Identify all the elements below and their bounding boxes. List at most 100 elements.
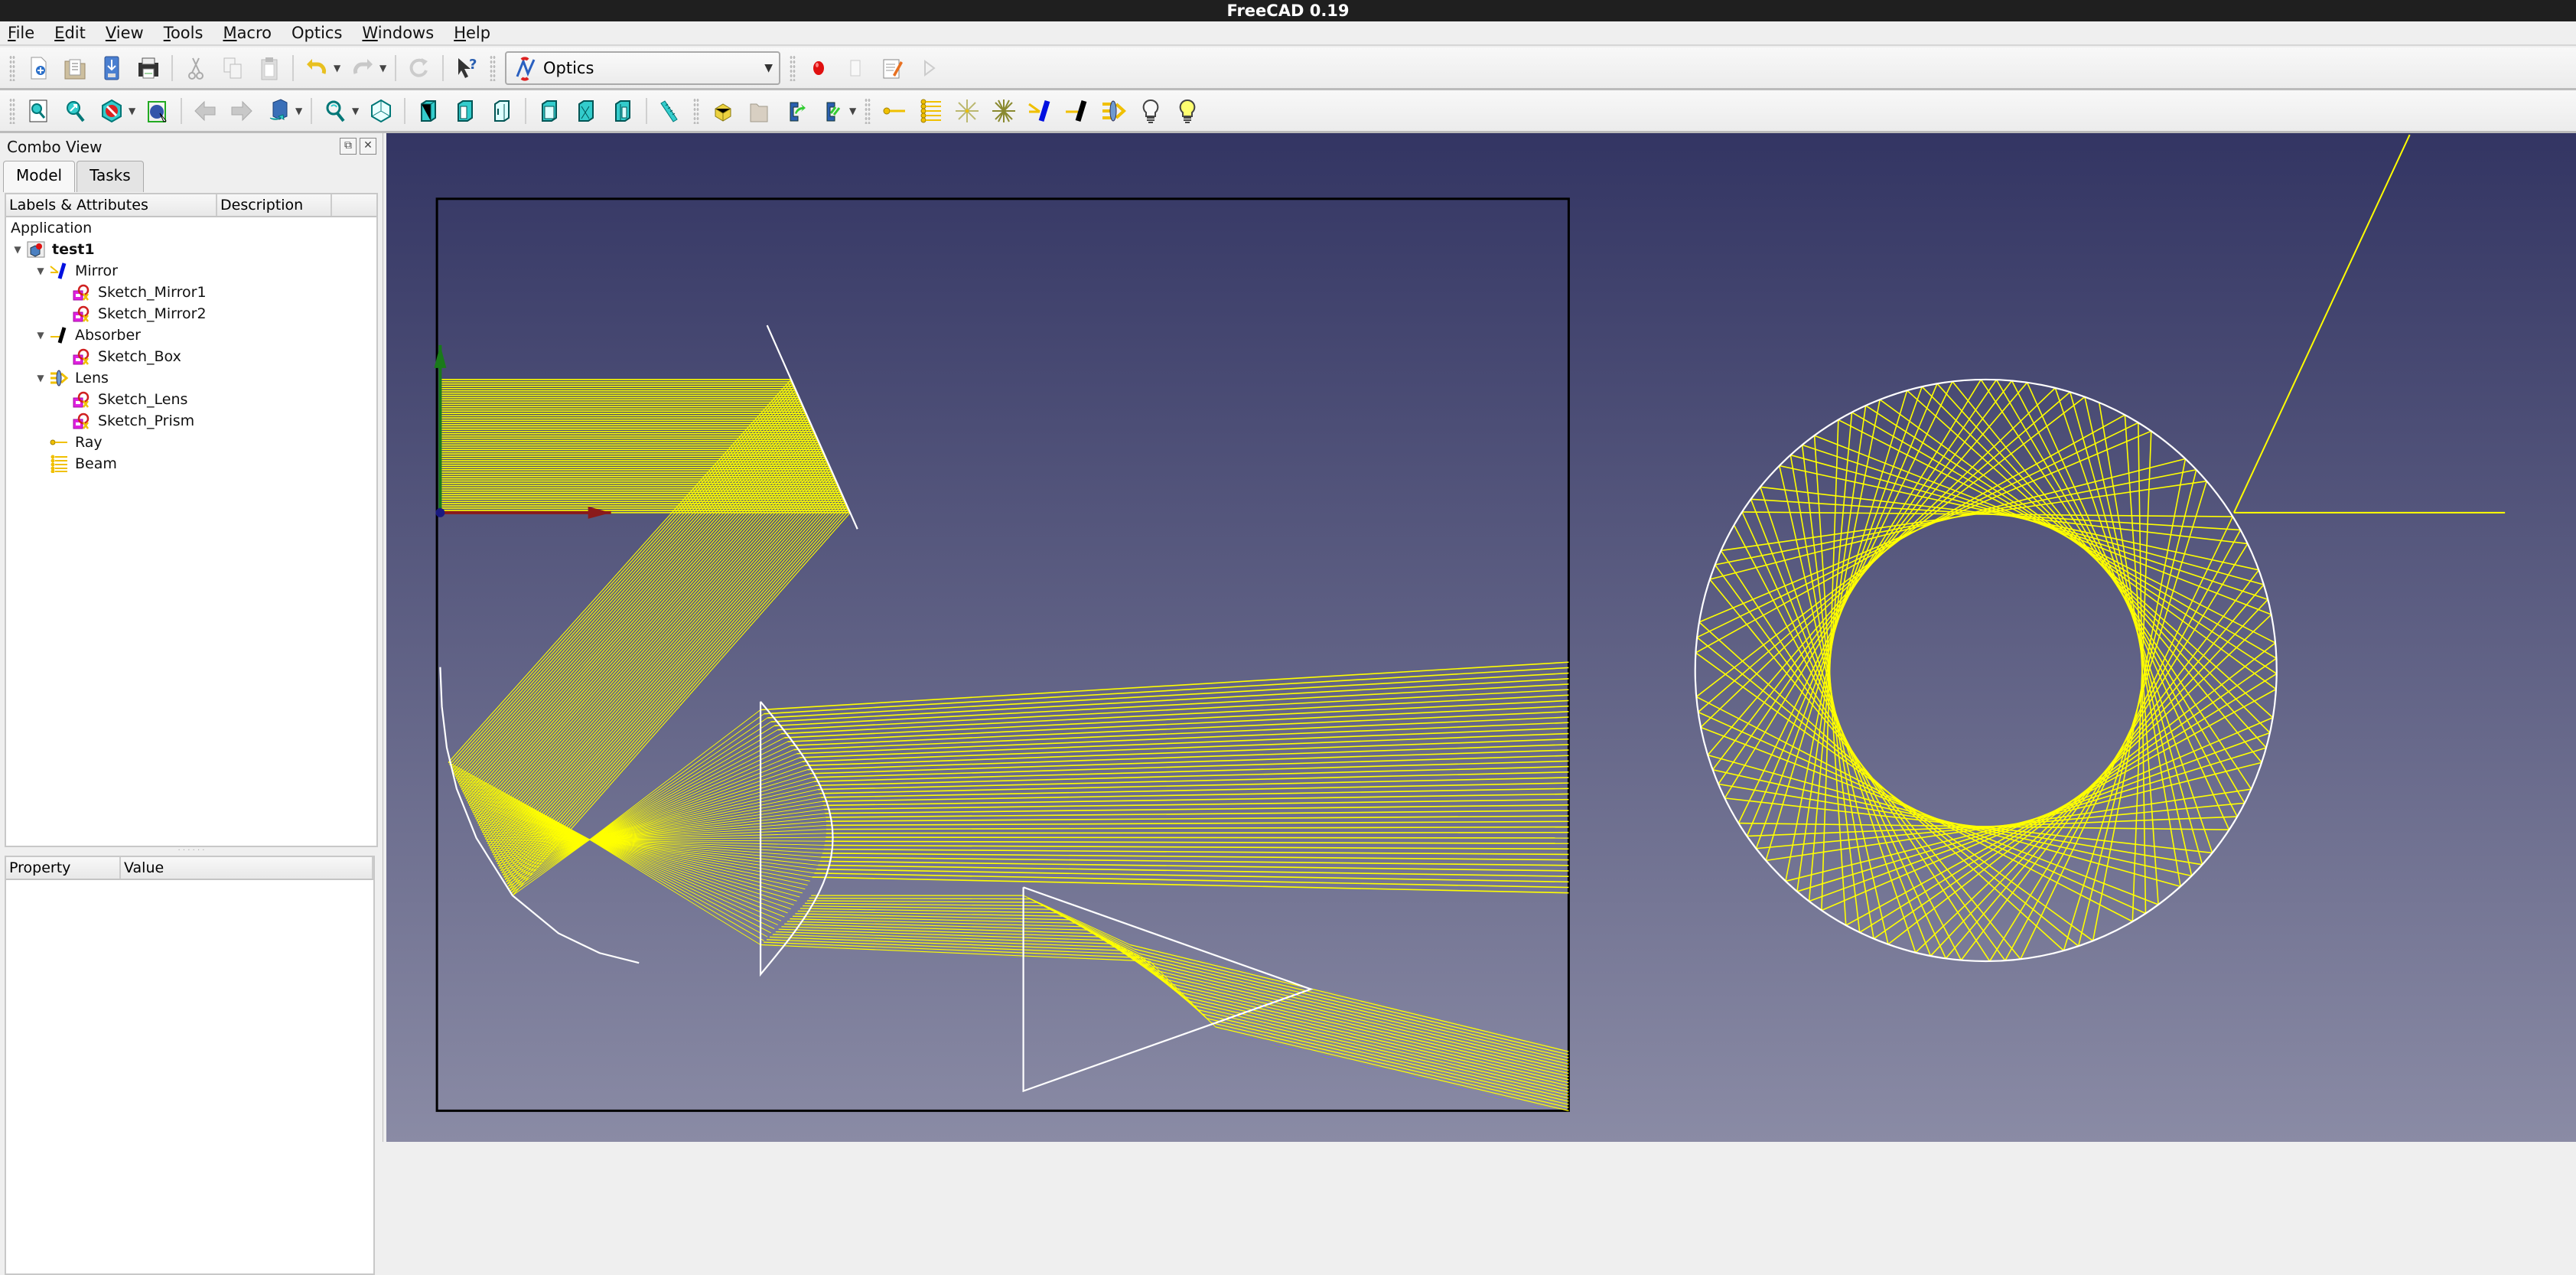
expand-arrow-icon[interactable]: ▼ — [11, 244, 24, 255]
toolbar-separator — [311, 97, 312, 124]
menu-file[interactable]: File — [8, 24, 34, 42]
save-button[interactable] — [95, 51, 129, 85]
fit-selection-button[interactable] — [58, 94, 92, 128]
draw-style-button[interactable] — [95, 94, 129, 128]
tab-model[interactable]: Model — [3, 161, 76, 192]
spherical-beam-button[interactable] — [987, 94, 1021, 128]
expand-arrow-icon[interactable]: ▼ — [34, 330, 47, 341]
panel-splitter[interactable]: · · · · · · — [5, 847, 378, 855]
origin-point — [435, 507, 445, 517]
toolbar-grip[interactable] — [693, 97, 699, 124]
start-button[interactable] — [1171, 94, 1204, 128]
tree-item-ray[interactable]: Ray — [34, 432, 103, 453]
tree-item-sketch-mirror2[interactable]: Sketch_Mirror2 — [57, 303, 207, 324]
open-icon — [62, 55, 88, 81]
left-view-button[interactable] — [606, 94, 640, 128]
menu-edit[interactable]: Edit — [54, 24, 86, 42]
menu-help[interactable]: Help — [454, 24, 490, 42]
measure-button[interactable] — [653, 94, 687, 128]
bottom-view-button[interactable] — [569, 94, 603, 128]
beam-ray-collimated — [824, 798, 1569, 810]
menu-windows[interactable]: Windows — [362, 24, 434, 42]
link-button[interactable] — [779, 94, 813, 128]
tree-item-lens[interactable]: ▼ Lens — [34, 367, 109, 389]
menu-macro[interactable]: Macro — [223, 24, 272, 42]
sync-view-dropdown-arrow[interactable]: ▼ — [295, 106, 304, 116]
run-macro-button[interactable] — [912, 51, 946, 85]
workbench-selector[interactable]: Optics ▼ — [505, 51, 780, 85]
link-actions-dropdown-arrow[interactable]: ▼ — [849, 106, 858, 116]
beam-ray-prism-out — [1206, 1017, 1569, 1105]
fit-all-button[interactable] — [21, 94, 55, 128]
expand-arrow-icon[interactable]: ▼ — [34, 266, 47, 276]
close-panel-button[interactable]: ✕ — [360, 138, 376, 155]
float-panel-button[interactable]: ⧉ — [340, 138, 357, 155]
off-button[interactable] — [1134, 94, 1168, 128]
create-group-button[interactable] — [742, 94, 776, 128]
record-macro-button[interactable] — [802, 51, 835, 85]
lens-button[interactable] — [1097, 94, 1131, 128]
rear-view-button[interactable] — [532, 94, 566, 128]
tab-tasks[interactable]: Tasks — [77, 161, 144, 192]
open-button[interactable] — [58, 51, 92, 85]
new-document-button[interactable] — [21, 51, 55, 85]
stop-macro-button[interactable] — [839, 51, 872, 85]
menu-view[interactable]: View — [106, 24, 144, 42]
tree-item-sketch-lens[interactable]: Sketch_Lens — [57, 389, 187, 410]
column-property[interactable]: Property — [6, 857, 121, 879]
toolbar-grip[interactable] — [9, 54, 15, 81]
3d-viewport[interactable] — [386, 133, 2576, 1142]
std-view-button[interactable] — [318, 94, 352, 128]
create-part-button[interactable] — [705, 94, 739, 128]
paste-button[interactable] — [252, 51, 286, 85]
back-button[interactable] — [188, 94, 222, 128]
tree-item-sketch-box[interactable]: Sketch_Box — [57, 346, 181, 367]
menu-tools[interactable]: Tools — [164, 24, 204, 42]
std-view-dropdown-arrow[interactable]: ▼ — [352, 106, 361, 116]
toolbar-grip[interactable] — [490, 54, 496, 81]
ray-button[interactable] — [877, 94, 910, 128]
redo-button[interactable] — [346, 51, 379, 85]
tree-item-test1[interactable]: ▼ test1 — [11, 239, 94, 260]
undo-button[interactable] — [300, 51, 334, 85]
cut-button[interactable] — [179, 51, 213, 85]
toolbar-grip[interactable] — [790, 54, 796, 81]
optics-scene[interactable] — [386, 133, 2576, 1142]
column-value[interactable]: Value — [121, 857, 373, 879]
absorber-button[interactable] — [1060, 94, 1094, 128]
right-view-button[interactable] — [485, 94, 519, 128]
whats-this-button[interactable]: ? — [450, 51, 484, 85]
tree-item-sketch-mirror1[interactable]: Sketch_Mirror1 — [57, 282, 207, 303]
edit-macro-button[interactable] — [875, 51, 909, 85]
redo-dropdown-arrow[interactable]: ▼ — [379, 63, 389, 73]
ring-ray — [1724, 379, 1982, 799]
refresh-button[interactable] — [402, 51, 436, 85]
tree-item-beam[interactable]: Beam — [34, 453, 117, 474]
tree-item-sketch-prism[interactable]: Sketch_Prism — [57, 410, 194, 432]
toolbar-grip[interactable] — [9, 97, 15, 124]
front-view-button[interactable] — [412, 94, 445, 128]
print-button[interactable] — [132, 51, 165, 85]
forward-button[interactable] — [225, 94, 259, 128]
beam-ray-prism-inside — [1149, 960, 1216, 1028]
expand-arrow-icon[interactable]: ▼ — [34, 373, 47, 383]
undo-dropdown-arrow[interactable]: ▼ — [334, 63, 343, 73]
draw-style-dropdown-arrow[interactable]: ▼ — [129, 106, 138, 116]
link-actions-button[interactable] — [816, 94, 849, 128]
beam-button[interactable] — [913, 94, 947, 128]
top-view-button[interactable] — [448, 94, 482, 128]
sync-view-button[interactable] — [262, 94, 295, 128]
column-description[interactable]: Description — [217, 194, 332, 216]
radial-beam-button[interactable] — [950, 94, 984, 128]
run-macro-icon — [916, 55, 942, 81]
column-labels[interactable]: Labels & Attributes — [6, 194, 217, 216]
copy-button[interactable] — [216, 51, 249, 85]
mirror-button[interactable] — [1024, 94, 1057, 128]
tree-item-absorber[interactable]: ▼ Absorber — [34, 324, 141, 346]
toolbar-grip[interactable] — [865, 97, 871, 124]
tree-item-mirror[interactable]: ▼ Mirror — [34, 260, 118, 282]
menu-optics[interactable]: Optics — [291, 24, 342, 42]
tree-root-application[interactable]: Application — [11, 217, 92, 239]
axo-view-button[interactable] — [364, 94, 398, 128]
bounding-box-button[interactable] — [141, 94, 174, 128]
